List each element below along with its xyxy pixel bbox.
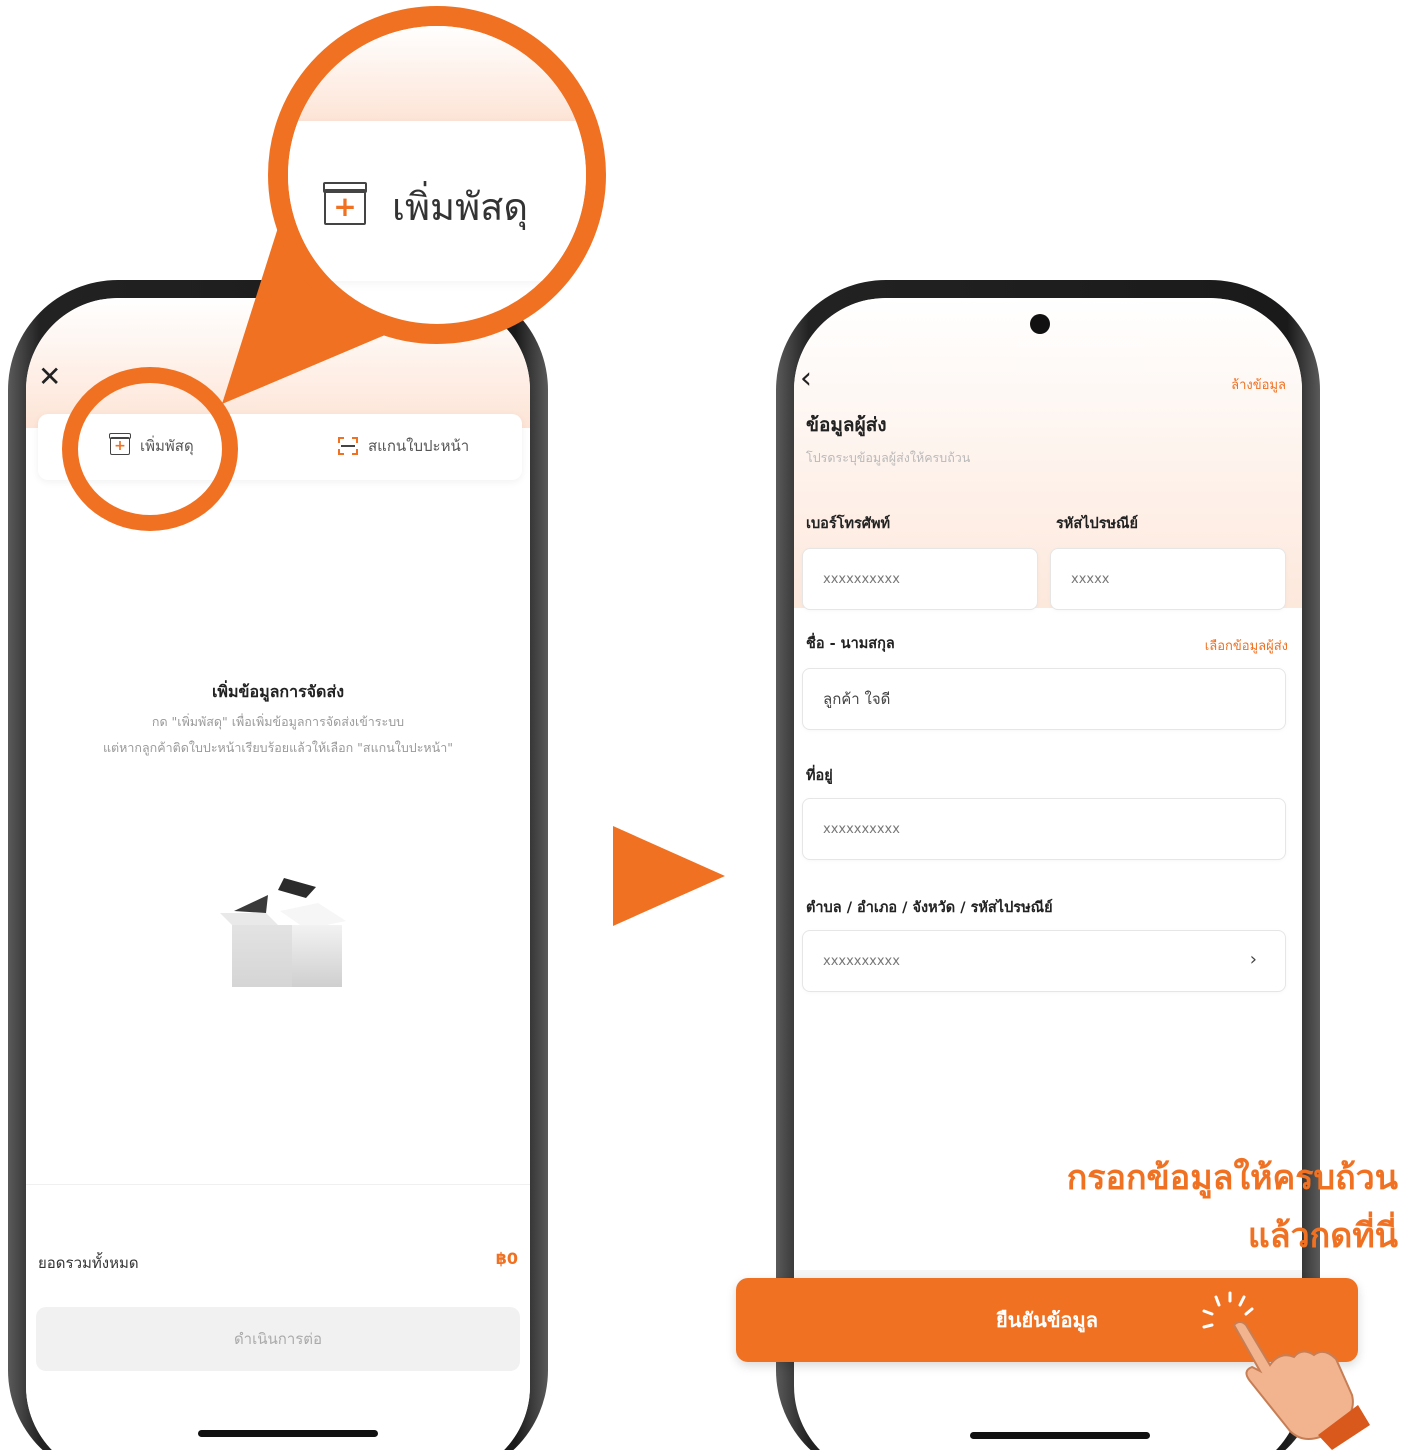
empty-state-title: เพิ่มข้อมูลการจัดส่ง [211,682,345,701]
continue-button[interactable]: ดำเนินการต่อ [36,1307,520,1371]
zoom-gradient [288,26,586,121]
camera-icon [1030,314,1050,334]
zoom-label: เพิ่มพัสดุ [392,185,529,229]
next-arrow-icon [613,826,725,926]
phone-field[interactable]: xxxxxxxxxx [802,548,1038,610]
caption-line-2: แล้วกดที่นี่ [1247,1216,1398,1256]
district-label: ตำบล / อำเภอ / จังหวัด / รหัสไปรษณีย์ [806,900,1053,916]
tab-scan-label-text: สแกนใบปะหน้า [368,437,470,455]
caption-line-1: กรอกข้อมูลให้ครบถ้วน [1066,1158,1398,1198]
total-value: ฿0 [495,1249,518,1268]
postal-field[interactable]: xxxxx [1050,548,1286,610]
postal-label: รหัสไปรษณีย์ [1056,516,1138,532]
zoom-box-plus-icon: + [323,181,367,225]
address-label: ที่อยู่ [806,768,833,784]
name-label: ชื่อ - นามสกุล [806,636,895,652]
open-box-icon [220,878,346,987]
phone-right: ‹ ล้างข้อมูล ข้อมูลผู้ส่ง โปรดระบุข้อมูล… [776,280,1320,1450]
zoom-magnifier: + เพิ่มพัสดุ [268,6,606,344]
bottom-bar: ยอดรวมทั้งหมด ฿0 ดำเนินการต่อ [26,1184,530,1450]
tab-scan-label[interactable]: สแกนใบปะหน้า [338,434,469,458]
home-indicator [970,1432,1150,1439]
phone-label: เบอร์โทรศัพท์ [806,516,891,532]
clear-data-link[interactable]: ล้างข้อมูล [1231,374,1286,395]
page-subtitle: โปรดระบุข้อมูลผู้ส่งให้ครบถ้วน [806,450,971,465]
scan-icon [338,437,358,455]
empty-state-desc-1: กด "เพิ่มพัสดุ" เพื่อเพิ่มข้อมูลการจัดส่… [151,714,405,729]
empty-state-desc-2: แต่หากลูกค้าติดใบปะหน้าเรียบร้อยแล้วให้เ… [103,740,453,755]
name-field[interactable]: ลูกค้า ใจดี [802,668,1286,730]
chevron-left-icon[interactable]: ‹ [800,364,812,394]
page-title: ข้อมูลผู้ส่ง [806,414,887,436]
pointing-hand-icon [1202,1291,1370,1450]
select-sender-link[interactable]: เลือกข้อมูลผู้ส่ง [1205,635,1288,656]
district-select[interactable]: xxxxxxxxxx › [802,930,1286,992]
close-icon[interactable]: ✕ [38,362,68,392]
district-value: xxxxxxxxxx [823,953,900,969]
total-label: ยอดรวมทั้งหมด [38,1254,139,1272]
highlight-ring [62,367,238,531]
chevron-right-icon: › [1249,949,1257,970]
address-field[interactable]: xxxxxxxxxx [802,798,1286,860]
zoom-add-parcel: + เพิ่มพัสดุ [323,176,529,237]
home-indicator [198,1430,378,1437]
